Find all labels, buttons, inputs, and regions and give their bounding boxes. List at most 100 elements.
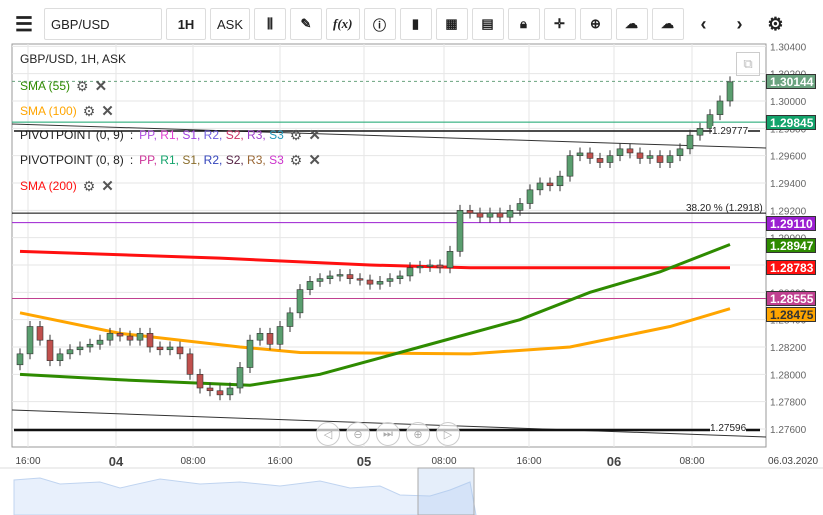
candle bbox=[436, 264, 444, 269]
popout-icon[interactable]: ⧉ bbox=[736, 52, 760, 76]
separator: : bbox=[129, 128, 134, 142]
x-tick-label: 16:00 bbox=[267, 456, 293, 467]
close-icon[interactable]: ✕ bbox=[95, 77, 108, 95]
candle bbox=[346, 274, 354, 279]
x-tick-label: 08:00 bbox=[679, 456, 705, 467]
gear-icon[interactable]: ⚙ bbox=[290, 127, 303, 144]
candle bbox=[596, 158, 604, 163]
price-label: 1.29845 bbox=[766, 115, 816, 131]
candle bbox=[136, 333, 144, 341]
sma100-label: SMA (100) bbox=[20, 104, 77, 118]
candle bbox=[506, 210, 514, 218]
candle bbox=[666, 155, 674, 163]
pivot-level: R2, bbox=[203, 128, 226, 142]
candle bbox=[446, 251, 454, 269]
candle bbox=[166, 346, 174, 351]
fib-label: 38.20 % (1.2918) bbox=[686, 203, 763, 214]
candle bbox=[96, 339, 104, 345]
zoom-in-icon: ⊕ bbox=[413, 428, 423, 441]
candle bbox=[86, 343, 94, 348]
scroll-right-button[interactable]: ▷ bbox=[436, 422, 460, 446]
pivot-level: S2, bbox=[225, 153, 248, 167]
candle bbox=[696, 128, 704, 136]
candle bbox=[406, 267, 414, 277]
candle bbox=[116, 333, 124, 337]
zoom-out-button[interactable]: ⊖ bbox=[346, 422, 370, 446]
pivot-level: R1, bbox=[160, 128, 183, 142]
pivot-level: S2, bbox=[225, 128, 248, 142]
candle bbox=[656, 155, 664, 163]
price-label: 1.28555 bbox=[766, 291, 816, 307]
pivot9-label: PIVOTPOINT (0, 9) bbox=[20, 128, 124, 142]
candle bbox=[36, 326, 44, 341]
candle bbox=[76, 346, 84, 351]
gear-icon[interactable]: ⚙ bbox=[83, 103, 96, 120]
price-label: 1.30144 bbox=[766, 74, 816, 90]
x-tick-label: 08:00 bbox=[180, 456, 206, 467]
pivot-level: S3 bbox=[269, 128, 284, 142]
candle bbox=[126, 335, 134, 341]
candle bbox=[546, 182, 554, 187]
navigation-controls: ◁ ⊖ ⏭ ⊕ ▷ bbox=[316, 422, 460, 446]
zoom-in-button[interactable]: ⊕ bbox=[406, 422, 430, 446]
candle bbox=[466, 210, 474, 214]
pivot-level: PP, bbox=[139, 128, 161, 142]
zoom-out-icon: ⊖ bbox=[353, 428, 363, 441]
candle bbox=[316, 278, 324, 282]
candle bbox=[526, 189, 534, 204]
candle bbox=[396, 275, 404, 279]
candle bbox=[26, 326, 34, 355]
candle bbox=[356, 278, 364, 281]
sma55-label: SMA (55) bbox=[20, 79, 71, 93]
candle bbox=[566, 155, 574, 177]
candle bbox=[106, 333, 114, 341]
pivot8-label: PIVOTPOINT (0, 8) bbox=[20, 153, 124, 167]
candle bbox=[626, 148, 634, 154]
price-label: 1.28783 bbox=[766, 260, 816, 276]
scroll-left-button[interactable]: ◁ bbox=[316, 422, 340, 446]
gear-icon[interactable]: ⚙ bbox=[76, 78, 89, 95]
candle bbox=[246, 339, 254, 368]
candle bbox=[516, 203, 524, 211]
candle bbox=[606, 155, 614, 163]
x-tick-label: 16:00 bbox=[516, 456, 542, 467]
close-icon[interactable]: ✕ bbox=[308, 126, 321, 144]
y-tick-label: 1.29400 bbox=[770, 179, 807, 190]
candle bbox=[386, 278, 394, 282]
gear-icon[interactable]: ⚙ bbox=[290, 152, 303, 169]
pivot-level: R3, bbox=[247, 128, 270, 142]
candle bbox=[226, 387, 234, 396]
plot-area bbox=[11, 43, 767, 448]
x-tick-label: 08:00 bbox=[431, 456, 457, 467]
x-tick-label: 16:00 bbox=[15, 456, 41, 467]
close-icon[interactable]: ✕ bbox=[101, 177, 114, 195]
candle bbox=[186, 353, 194, 375]
close-icon[interactable]: ✕ bbox=[101, 102, 114, 120]
close-icon[interactable]: ✕ bbox=[308, 151, 321, 169]
candle bbox=[376, 281, 384, 285]
candle bbox=[676, 148, 684, 156]
pivot-level: S1, bbox=[182, 128, 204, 142]
candle bbox=[576, 152, 584, 156]
x-tick-label: 06 bbox=[606, 454, 622, 469]
triangle-left-icon: ◁ bbox=[323, 428, 333, 441]
candle bbox=[276, 326, 284, 345]
price-label: 1.28947 bbox=[766, 237, 816, 253]
candle bbox=[726, 81, 734, 102]
pivot-arrow-label: 1.29777 bbox=[712, 126, 749, 137]
go-latest-button[interactable]: ⏭ bbox=[376, 422, 400, 446]
candle bbox=[636, 152, 644, 159]
candle bbox=[206, 387, 214, 392]
candle bbox=[336, 274, 344, 277]
candle bbox=[556, 175, 564, 187]
y-tick-label: 1.30400 bbox=[770, 42, 807, 53]
candle bbox=[326, 275, 334, 279]
triangle-right-icon: ▷ bbox=[443, 428, 453, 441]
candle bbox=[286, 312, 294, 327]
candle bbox=[236, 367, 244, 389]
gear-icon[interactable]: ⚙ bbox=[83, 178, 96, 195]
price-label: 1.29110 bbox=[766, 215, 816, 231]
y-tick-label: 1.30000 bbox=[770, 97, 807, 108]
candle bbox=[686, 134, 694, 150]
candle bbox=[496, 212, 504, 218]
